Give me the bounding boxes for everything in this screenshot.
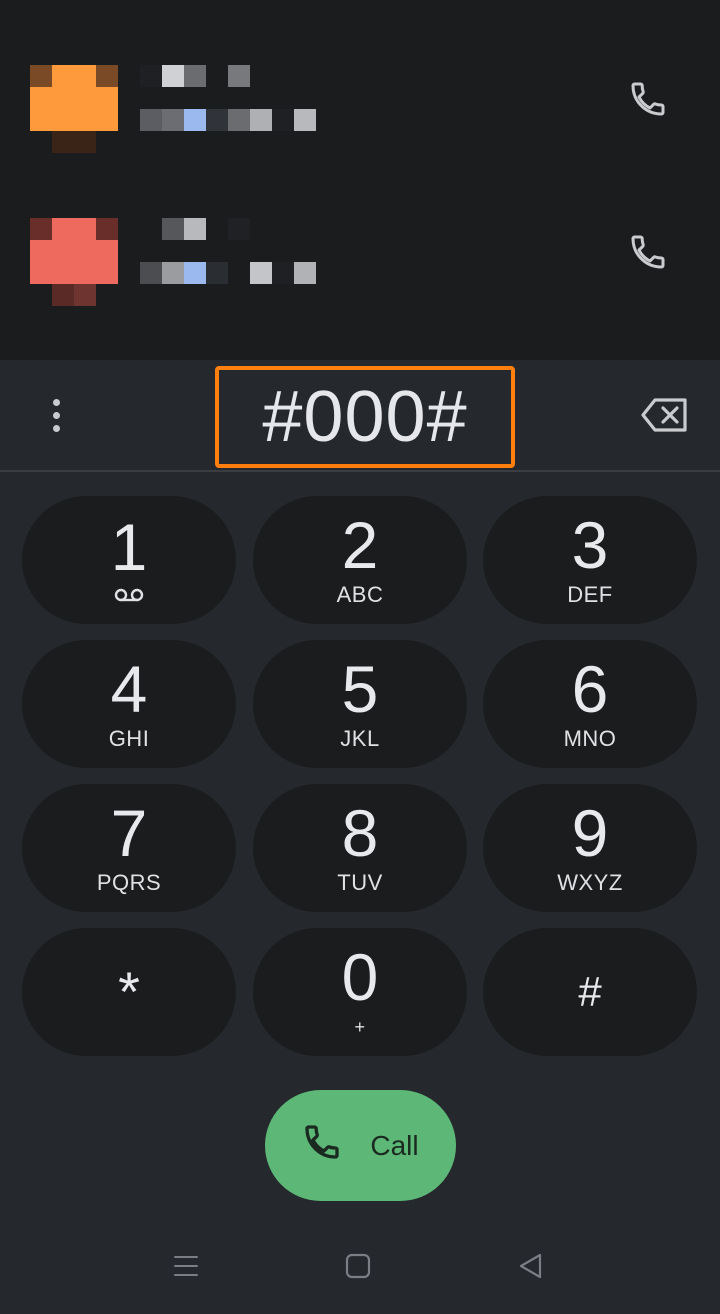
key-star[interactable]: * xyxy=(22,928,236,1056)
phone-icon xyxy=(302,1122,342,1169)
key-digit: 1 xyxy=(110,509,148,584)
more-vert-icon[interactable] xyxy=(36,390,76,440)
key-6[interactable]: 6 MNO xyxy=(483,640,697,768)
key-4[interactable]: 4 GHI xyxy=(22,640,236,768)
key-2[interactable]: 2 ABC xyxy=(253,496,467,624)
key-digit: * xyxy=(118,960,140,1023)
key-letters: + xyxy=(354,1017,366,1037)
key-9[interactable]: 9 WXYZ xyxy=(483,784,697,912)
contact-suggestions-list xyxy=(0,0,720,360)
key-digit: 5 xyxy=(341,652,379,726)
key-digit: # xyxy=(578,968,602,1015)
contact-name-redacted xyxy=(140,218,250,240)
call-label: Call xyxy=(370,1129,419,1161)
key-digit: 0 xyxy=(341,940,379,1014)
voicemail-icon xyxy=(114,588,144,607)
contact-name-redacted xyxy=(140,65,250,87)
key-letters: TUV xyxy=(337,870,383,895)
key-digit: 8 xyxy=(341,796,379,870)
avatar xyxy=(30,218,118,306)
menu-icon[interactable] xyxy=(166,1246,206,1286)
phone-icon[interactable] xyxy=(624,75,672,123)
home-icon[interactable] xyxy=(338,1246,378,1286)
key-letters: JKL xyxy=(340,726,380,751)
key-3[interactable]: 3 DEF xyxy=(483,496,697,624)
key-digit: 9 xyxy=(571,796,609,870)
key-letters: PQRS xyxy=(96,870,162,895)
call-button[interactable]: Call xyxy=(265,1090,456,1201)
digits-field[interactable]: #000# xyxy=(215,366,515,468)
phone-dialer-screen: #000# 1 2 ABC 3 DEF 4 GHI 5 JKL 6 MNO 7 … xyxy=(0,0,720,1314)
contact-item[interactable] xyxy=(0,35,720,165)
back-icon[interactable] xyxy=(510,1246,550,1286)
avatar xyxy=(30,65,118,153)
key-hash[interactable]: # xyxy=(483,928,697,1056)
backspace-icon[interactable] xyxy=(640,393,690,437)
key-letters: WXYZ xyxy=(557,870,623,895)
key-digit: 6 xyxy=(571,652,609,726)
dialpad-panel: #000# 1 2 ABC 3 DEF 4 GHI 5 JKL 6 MNO 7 … xyxy=(0,360,720,1314)
key-letters: MNO xyxy=(563,726,617,751)
key-1[interactable]: 1 xyxy=(22,496,236,624)
contact-number-redacted xyxy=(140,262,316,284)
key-8[interactable]: 8 TUV xyxy=(253,784,467,912)
phone-icon[interactable] xyxy=(624,228,672,276)
key-0[interactable]: 0 + xyxy=(253,928,467,1056)
system-navbar xyxy=(0,1224,720,1314)
key-letters: GHI xyxy=(108,726,150,751)
digits-row: #000# xyxy=(0,360,720,472)
key-digit: 4 xyxy=(110,652,148,726)
contact-item[interactable] xyxy=(0,188,720,318)
key-letters: DEF xyxy=(567,582,613,607)
key-digit: 2 xyxy=(341,508,379,582)
key-digit: 3 xyxy=(571,508,609,582)
contact-number-redacted xyxy=(140,109,316,131)
key-5[interactable]: 5 JKL xyxy=(253,640,467,768)
key-digit: 7 xyxy=(110,796,148,870)
key-letters: ABC xyxy=(336,582,384,607)
key-7[interactable]: 7 PQRS xyxy=(22,784,236,912)
